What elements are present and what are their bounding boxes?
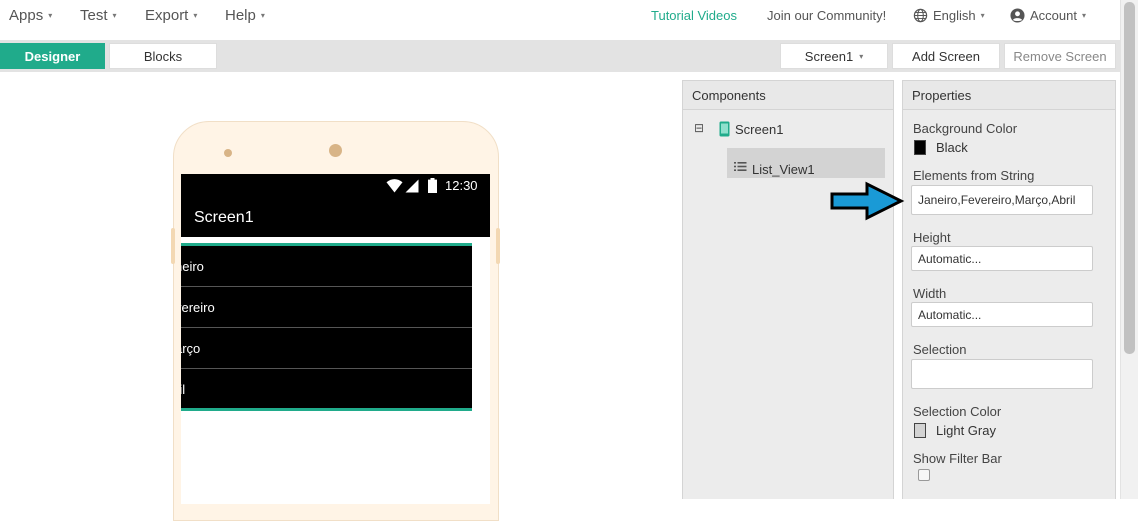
phone-screen-title: Screen1: [194, 209, 254, 226]
menu-export-label: Export: [145, 7, 189, 24]
status-time: 12:30: [445, 178, 478, 193]
show-filter-bar-checkbox[interactable]: [918, 469, 930, 481]
account-menu[interactable]: Account ▾: [1010, 8, 1086, 23]
menu-apps[interactable]: Apps ▾: [9, 7, 52, 24]
arrow-right-icon: [830, 181, 905, 221]
properties-title: Properties: [912, 88, 972, 103]
battery-icon: [428, 178, 437, 193]
language-label: English: [933, 8, 976, 23]
width-label: Width: [913, 286, 947, 301]
community-link[interactable]: Join our Community!: [767, 8, 886, 23]
remove-screen-button[interactable]: Remove Screen: [1004, 43, 1116, 69]
selection-color-swatch[interactable]: [914, 423, 926, 438]
elements-from-string-label: Elements from String: [913, 168, 1035, 183]
blocks-button[interactable]: Blocks: [109, 43, 217, 69]
width-value: Automatic...: [918, 307, 982, 322]
wifi-icon: [386, 179, 403, 193]
chevron-down-icon: ▾: [980, 11, 985, 20]
list-item[interactable]: ril: [181, 369, 472, 410]
menu-test-label: Test: [80, 7, 108, 24]
selection-color-value[interactable]: Light Gray: [936, 423, 996, 438]
list-item-label: ril: [181, 382, 186, 397]
selection-input[interactable]: [911, 359, 1093, 389]
screen-select-dropdown[interactable]: Screen1 ▾: [780, 43, 888, 69]
list-item-label: vereiro: [181, 299, 215, 315]
designer-button[interactable]: Designer: [0, 43, 105, 69]
tutorial-videos-label: Tutorial Videos: [651, 8, 737, 23]
menu-help[interactable]: Help ▾: [225, 7, 265, 24]
list-item-label: neiro: [181, 258, 204, 274]
phone-side-button-right: [496, 228, 500, 264]
phone-camera-dot: [329, 144, 342, 157]
list-item[interactable]: neiro: [181, 246, 472, 287]
height-value: Automatic...: [918, 251, 982, 266]
list-icon: [734, 162, 747, 171]
height-label: Height: [913, 230, 951, 245]
globe-icon: [913, 8, 928, 23]
phone-side-button-left: [171, 228, 175, 264]
phone-icon: [719, 121, 730, 137]
list-item-label: arço: [181, 340, 201, 356]
phone-title-bar: Screen1: [181, 198, 490, 237]
account-label: Account: [1030, 8, 1077, 23]
add-screen-button[interactable]: Add Screen: [892, 43, 1000, 69]
list-view-preview[interactable]: neiro vereiro arço ril: [181, 243, 472, 411]
chevron-down-icon: ▾: [260, 11, 265, 20]
selection-color-label: Selection Color: [913, 404, 1002, 419]
phone-screen: 12:30 Screen1 neiro vereiro arço ril: [181, 174, 490, 504]
add-screen-label: Add Screen: [912, 48, 980, 64]
components-title: Components: [692, 88, 766, 103]
show-filter-bar-label: Show Filter Bar: [913, 451, 1002, 466]
background-color-swatch[interactable]: [914, 140, 926, 155]
designer-toolbar: Designer Blocks Screen1 ▾ Add Screen Rem…: [0, 40, 1120, 72]
top-menu-bar: Apps ▾ Test ▾ Export ▾ Help ▾ Tutorial V…: [0, 0, 1120, 40]
screen-select-label: Screen1: [804, 48, 854, 64]
chevron-down-icon: ▾: [859, 51, 864, 61]
page-scrollbar[interactable]: [1120, 0, 1138, 499]
menu-test[interactable]: Test ▾: [80, 7, 117, 24]
phone-speaker-dot: [224, 149, 232, 157]
collapse-icon: ⊟: [694, 121, 705, 135]
chevron-down-icon: ▾: [193, 11, 198, 20]
tree-collapse-toggle[interactable]: ⊟: [694, 121, 704, 135]
tutorial-videos-link[interactable]: Tutorial Videos: [651, 8, 737, 23]
menu-export[interactable]: Export ▾: [145, 7, 197, 24]
menu-apps-label: Apps: [9, 7, 44, 24]
components-panel-header: Components: [682, 80, 894, 110]
selection-label: Selection: [913, 342, 967, 357]
component-screen1-label: Screen1: [735, 121, 784, 137]
designer-button-label: Designer: [24, 48, 81, 64]
component-list-view1[interactable]: List_View1: [734, 156, 815, 177]
elements-from-string-input[interactable]: Janeiro,Fevereiro,Março,Abril: [911, 185, 1093, 215]
phone-status-bar: 12:30: [181, 174, 490, 198]
signal-icon: [405, 179, 419, 193]
community-label: Join our Community!: [767, 8, 887, 23]
background-color-label: Background Color: [913, 121, 1018, 136]
list-item[interactable]: vereiro: [181, 287, 472, 328]
scrollbar-thumb[interactable]: [1124, 2, 1135, 354]
account-icon: [1010, 8, 1025, 23]
height-input[interactable]: Automatic...: [911, 246, 1093, 271]
chevron-down-icon: ▾: [112, 11, 117, 20]
properties-panel-header: Properties: [902, 80, 1116, 110]
elements-from-string-value: Janeiro,Fevereiro,Março,Abril: [918, 193, 1076, 207]
list-item[interactable]: arço: [181, 328, 472, 369]
language-menu[interactable]: English ▾: [913, 8, 985, 23]
component-screen1[interactable]: Screen1: [719, 121, 783, 137]
menu-help-label: Help: [225, 7, 256, 24]
chevron-down-icon: ▾: [48, 11, 53, 20]
blocks-button-label: Blocks: [143, 48, 183, 64]
background-color-value[interactable]: Black: [936, 140, 968, 155]
remove-screen-label: Remove Screen: [1013, 48, 1107, 64]
component-list-view1-label: List_View1: [752, 162, 815, 177]
width-input[interactable]: Automatic...: [911, 302, 1093, 327]
chevron-down-icon: ▾: [1081, 11, 1086, 20]
